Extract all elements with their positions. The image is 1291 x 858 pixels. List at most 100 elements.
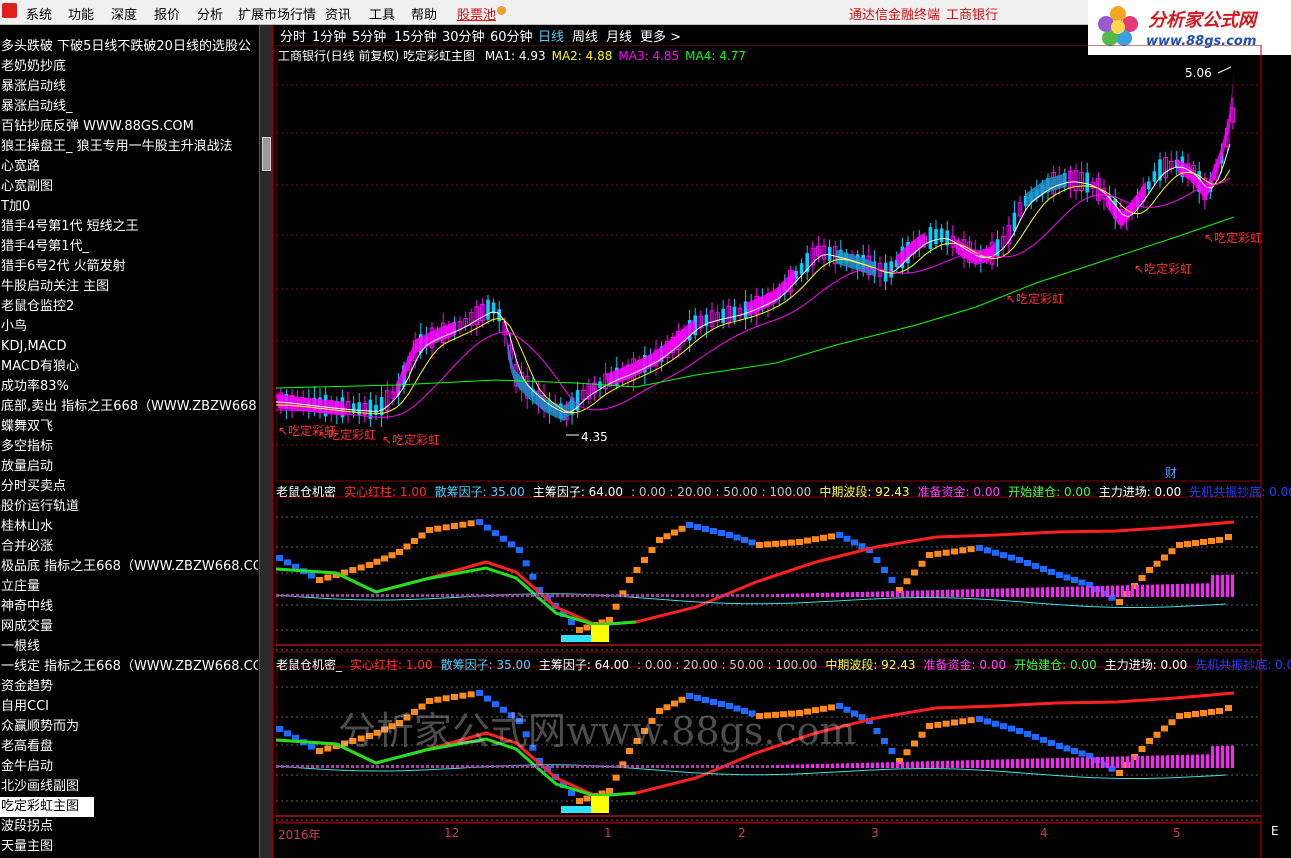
indicator-item[interactable]: 一根线 <box>0 637 258 657</box>
indicator-item[interactable]: 股价运行轨道 <box>0 497 258 517</box>
sidebar-scrollbar[interactable] <box>259 25 273 858</box>
indicator-item[interactable]: 天量主图 <box>0 837 258 857</box>
indicator-item[interactable]: 波段拐点 <box>0 817 258 837</box>
indicator-item[interactable]: T加0 <box>0 197 258 217</box>
indicator-item[interactable]: 极品底 指标之王668（WWW.ZBZW668.COM） <box>0 557 258 577</box>
indicator-item[interactable]: 多空指标 <box>0 437 258 457</box>
menu-help[interactable]: 帮助 <box>411 4 437 23</box>
indicator-item[interactable]: 吃定彩虹主图 <box>0 797 94 817</box>
indicator-item[interactable]: 自用CCI <box>0 697 258 717</box>
volume-bar <box>1096 586 1099 597</box>
indicator-item[interactable]: 网成交量 <box>0 617 258 637</box>
scrollbar-thumb[interactable] <box>262 137 271 171</box>
app-logo-icon[interactable] <box>2 3 17 18</box>
indicator-item[interactable]: 心宽副图 <box>0 177 258 197</box>
step-block <box>1168 719 1176 726</box>
indicator-item[interactable]: 狼王操盘王_ 狼王专用一牛股主升浪战法 <box>0 137 258 157</box>
period-tab[interactable]: 分时 <box>280 26 306 45</box>
indicator-item[interactable]: 老高看盘 <box>0 737 258 757</box>
volume-bar <box>501 594 504 597</box>
menu-system[interactable]: 系统 <box>26 4 52 23</box>
volume-bar <box>1206 583 1209 597</box>
period-tab[interactable]: 1分钟 <box>312 26 346 45</box>
indicator-item[interactable]: 众赢顺势而为 <box>0 717 258 737</box>
volume-bar <box>1011 759 1014 768</box>
indicator-item[interactable]: 老鼠仓监控2 <box>0 297 258 317</box>
indicator-item[interactable]: MACD有狼心 <box>0 357 258 377</box>
indicator-item[interactable]: 暴涨启动线_ <box>0 97 258 117</box>
period-tab[interactable]: 30分钟 <box>442 26 485 45</box>
indicator-item[interactable]: 多头跌破 下破5日线不跌破20日线的选股公 <box>0 37 258 57</box>
period-tab[interactable]: 5分钟 <box>352 26 386 45</box>
volume-bar <box>1076 757 1079 768</box>
indicator-item[interactable]: 神奇中线 <box>0 597 258 617</box>
indicator-item[interactable]: 猎手4号第1代 短线之王 <box>0 217 258 237</box>
menu-news[interactable]: 资讯 <box>325 4 351 23</box>
indicator-item[interactable]: 猎手4号第1代_ <box>0 237 258 257</box>
indicator-item[interactable]: 放量启动 <box>0 457 258 477</box>
menu-tools[interactable]: 工具 <box>369 4 395 23</box>
indicator-item[interactable]: 金牛启动 <box>0 757 258 777</box>
volume-bar <box>1101 756 1104 768</box>
indicator-item[interactable]: 猎手6号2代 火箭发射 <box>0 257 258 277</box>
menu-depth[interactable]: 深度 <box>111 4 137 23</box>
step-block <box>1161 725 1168 732</box>
volume-bar <box>601 765 604 768</box>
volume-bar <box>831 763 834 768</box>
menu-function[interactable]: 功能 <box>68 4 94 23</box>
indicator-item[interactable]: 百钻抄底反弹 WWW.88GS.COM <box>0 117 258 137</box>
indicator-item[interactable]: 牛股启动关注 主图 <box>0 277 258 297</box>
step-block <box>648 547 656 553</box>
indicator-item[interactable]: 资金趋势 <box>0 677 258 697</box>
indicator-item[interactable]: 桂林山水 <box>0 517 258 537</box>
indicator-item[interactable]: 底部,卖出 指标之王668（WWW.ZBZW668.CO <box>0 397 258 417</box>
step-block <box>1192 711 1199 717</box>
indicator-item[interactable]: 成功率83% <box>0 377 258 397</box>
indicator-item[interactable]: 小鸟 <box>0 317 258 337</box>
step-block <box>426 527 433 533</box>
volume-bar <box>1201 754 1204 768</box>
indicator-item[interactable]: 立庄量 <box>0 577 258 597</box>
period-tab[interactable]: 周线 <box>572 26 598 45</box>
volume-bar <box>1221 574 1224 597</box>
period-tab[interactable]: 日线 <box>538 26 564 45</box>
volume-bar <box>811 593 814 597</box>
link-terminal[interactable]: 通达信金融终端 <box>849 4 940 23</box>
step-block <box>686 693 693 699</box>
ma-legend: MA1: 4.93 MA2: 4.88 MA3: 4.85 MA4: 4.77 <box>479 49 746 63</box>
period-tab[interactable]: 15分钟 <box>394 26 437 45</box>
period-tab[interactable]: 更多 > <box>640 26 681 45</box>
volume-bar <box>671 765 674 768</box>
menu-stock-pool[interactable]: 股票池 <box>457 4 496 23</box>
indicator-item[interactable]: 北沙画线副图 <box>0 777 258 797</box>
step-block <box>804 537 811 544</box>
indicator-item[interactable]: 暴涨启动线 <box>0 77 258 97</box>
volume-bar <box>836 763 839 768</box>
volume-bar <box>381 594 384 597</box>
axis-corner: E <box>1271 824 1279 838</box>
menu-extended-market[interactable]: 扩展市场行情 <box>238 4 316 23</box>
step-block <box>316 577 323 583</box>
indicator-item[interactable]: 合并必涨 <box>0 537 258 557</box>
volume-bar <box>786 764 789 768</box>
menu-analysis[interactable]: 分析 <box>197 4 223 23</box>
menu-quote[interactable]: 报价 <box>154 4 180 23</box>
indicator-item[interactable]: 分时买卖点 <box>0 477 258 497</box>
indicator-item[interactable]: 一线定 指标之王668（WWW.ZBZW668.COM） <box>0 657 258 677</box>
period-tab[interactable]: 60分钟 <box>490 26 533 45</box>
step-block <box>1048 740 1055 746</box>
indicator-item[interactable]: 老奶奶抄底 <box>0 57 258 77</box>
sub-legend-item: 老鼠仓机密_ <box>276 658 343 672</box>
indicator-item[interactable]: KDJ,MACD <box>0 337 258 357</box>
step-block <box>873 557 881 563</box>
step-block <box>467 691 475 698</box>
volume-bar <box>826 763 829 768</box>
link-stock-name[interactable]: 工商银行 <box>946 4 998 23</box>
time-tick: 2 <box>738 826 746 840</box>
volume-bar <box>1116 585 1119 597</box>
period-tab[interactable]: 月线 <box>606 26 632 45</box>
sub-legend-item: : 0.00 : 20.00 : 50.00 : 100.00 <box>631 485 812 499</box>
volume-bar <box>1121 585 1124 597</box>
indicator-item[interactable]: 蝶舞双飞 <box>0 417 258 437</box>
indicator-item[interactable]: 心宽路 <box>0 157 258 177</box>
